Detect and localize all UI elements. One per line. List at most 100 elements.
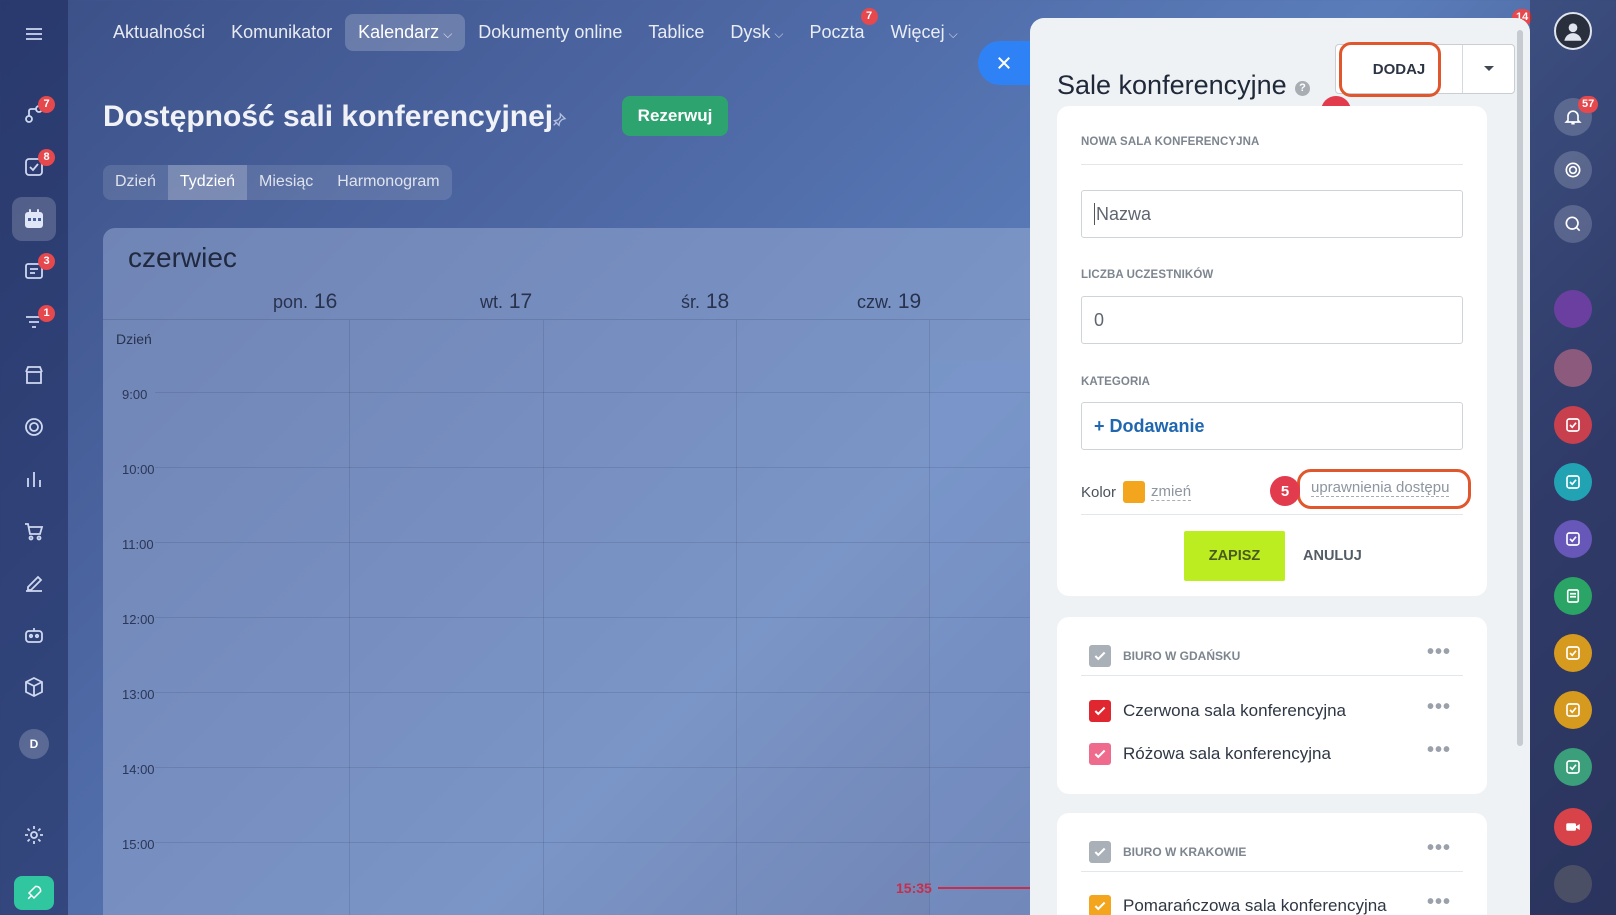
tab-schedule[interactable]: Harmonogram [325, 165, 451, 200]
hour-line [155, 542, 1033, 543]
category-add-link[interactable]: + Dodawanie [1094, 416, 1205, 437]
hour-line [155, 617, 1033, 618]
task-chat-icon[interactable] [1554, 406, 1592, 444]
rocket-icon[interactable] [14, 876, 54, 910]
tasks-badge: 8 [38, 149, 55, 166]
contact-avatar[interactable] [1554, 290, 1592, 328]
group-header[interactable]: BIURO W GDAŃSKU [1089, 645, 1240, 667]
nav-item-komunikator[interactable]: Komunikator [218, 14, 345, 51]
conference-rooms-panel: Sale konferencyjne ? DODAJ 4 NOWA SALA K… [1030, 18, 1530, 915]
nav-item-dysk[interactable]: Dysk ⌵ [717, 14, 796, 51]
box-icon[interactable] [12, 665, 56, 709]
day-header-tue[interactable]: wt. 17 [480, 290, 532, 314]
search-chat-icon[interactable] [1554, 205, 1592, 243]
hour-label: 12:00 [122, 612, 155, 627]
task-chat-icon[interactable] [1554, 691, 1592, 729]
store-icon[interactable] [12, 353, 56, 397]
room-checkbox[interactable] [1089, 895, 1111, 915]
save-button[interactable]: ZAPISZ [1184, 531, 1285, 581]
nav-item-poczta[interactable]: Poczta 7 [797, 7, 878, 51]
workflow-icon[interactable]: 7 [12, 92, 56, 136]
filter-icon[interactable]: 1 [12, 301, 56, 345]
task-chat-icon[interactable] [1554, 634, 1592, 672]
user-avatar-letter[interactable]: D [19, 729, 49, 759]
nav-item-aktualnosci[interactable]: Aktualności [100, 14, 218, 51]
pin-icon[interactable] [551, 112, 567, 133]
color-swatch[interactable] [1123, 481, 1146, 503]
tab-month[interactable]: Miesiąc [247, 165, 325, 200]
change-color-link[interactable]: zmień [1151, 483, 1192, 501]
color-label: Kolor [1081, 483, 1117, 501]
header-divider [103, 319, 1033, 320]
panel-scrollbar[interactable] [1517, 30, 1523, 746]
room-name-input[interactable]: Nazwa [1081, 190, 1463, 238]
settings-icon[interactable] [12, 813, 56, 857]
group-checkbox[interactable] [1089, 645, 1111, 667]
participants-input[interactable]: 0 [1081, 296, 1463, 344]
cancel-button[interactable]: ANULUJ [1303, 548, 1362, 564]
more-icon[interactable]: ••• [1427, 739, 1451, 762]
help-icon[interactable]: ? [1295, 81, 1310, 96]
group-checkbox[interactable] [1089, 841, 1111, 863]
room-checkbox[interactable] [1089, 743, 1111, 765]
target-icon[interactable] [12, 405, 56, 449]
room-name-placeholder: Nazwa [1096, 203, 1152, 224]
room-item[interactable]: Czerwona sala konferencyjna [1089, 700, 1346, 722]
more-icon[interactable]: ••• [1427, 891, 1451, 914]
hour-label: 10:00 [122, 462, 155, 477]
contact-avatar[interactable] [1554, 349, 1592, 387]
group-header[interactable]: BIURO W KRAKOWIE [1089, 841, 1246, 863]
contact-avatar[interactable] [1554, 865, 1592, 903]
room-name: Różowa sala konferencyjna [1123, 744, 1331, 763]
participants-value: 0 [1094, 309, 1105, 330]
add-dropdown-button[interactable] [1463, 45, 1514, 93]
nav-item-dokumenty[interactable]: Dokumenty online [465, 14, 635, 51]
menu-icon[interactable] [12, 12, 56, 56]
copilot-icon[interactable] [1554, 151, 1592, 189]
calendar-icon[interactable] [12, 197, 56, 241]
group-name: BIURO W GDAŃSKU [1123, 649, 1241, 663]
current-time-label: 15:35 [896, 880, 932, 896]
tasks-icon[interactable]: 8 [12, 145, 56, 189]
close-panel-button[interactable] [978, 41, 1030, 85]
feed-icon[interactable]: 3 [12, 249, 56, 293]
chevron-down-icon: ⌵ [948, 26, 958, 41]
task-chat-icon[interactable] [1554, 520, 1592, 558]
document-chat-icon[interactable] [1554, 577, 1592, 615]
check-icon [1094, 651, 1106, 661]
today-column [929, 361, 1033, 915]
new-room-form: NOWA SALA KONFERENCYJNA Nazwa LICZBA UCZ… [1057, 106, 1487, 596]
room-name: Pomarańczowa sala konferencyjna [1123, 896, 1387, 915]
nav-item-wiecej[interactable]: Więcej ⌵ [878, 14, 971, 51]
more-icon[interactable]: ••• [1427, 837, 1451, 860]
all-day-label: Dzień [116, 331, 152, 347]
nav-item-kalendarz[interactable]: Kalendarz ⌵ [345, 13, 466, 51]
top-nav: Aktualności Komunikator Kalendarz ⌵ Dokum… [100, 7, 971, 52]
view-tabs: Dzień Tydzień Miesiąc Harmonogram [103, 165, 452, 200]
category-add-field[interactable]: + Dodawanie [1081, 402, 1463, 450]
hour-line [155, 392, 1033, 393]
room-checkbox[interactable] [1089, 700, 1111, 722]
room-item[interactable]: Pomarańczowa sala konferencyjna [1089, 895, 1387, 915]
task-chat-icon[interactable] [1554, 748, 1592, 786]
check-icon [1094, 901, 1106, 911]
room-item[interactable]: Różowa sala konferencyjna [1089, 743, 1331, 765]
sign-icon[interactable] [12, 561, 56, 605]
page-title: Dostępność sali konferencyjnej [103, 100, 554, 133]
nav-item-tablice[interactable]: Tablice [635, 14, 717, 51]
day-header-mon[interactable]: pon. 16 [273, 290, 337, 314]
user-avatar[interactable] [1554, 12, 1592, 50]
robot-icon[interactable] [12, 613, 56, 657]
notification-badge: 57 [1578, 96, 1599, 113]
reserve-button[interactable]: Rezerwuj [622, 96, 728, 136]
cart-icon[interactable] [12, 509, 56, 553]
day-header-thu[interactable]: czw. 19 [857, 290, 921, 314]
video-call-icon[interactable] [1554, 808, 1592, 846]
analytics-icon[interactable] [12, 457, 56, 501]
more-icon[interactable]: ••• [1427, 696, 1451, 719]
day-header-wed[interactable]: śr. 18 [681, 290, 729, 314]
tab-week[interactable]: Tydzień [167, 165, 248, 200]
more-icon[interactable]: ••• [1427, 641, 1451, 664]
tab-day[interactable]: Dzień [103, 165, 168, 200]
task-chat-icon[interactable] [1554, 463, 1592, 501]
